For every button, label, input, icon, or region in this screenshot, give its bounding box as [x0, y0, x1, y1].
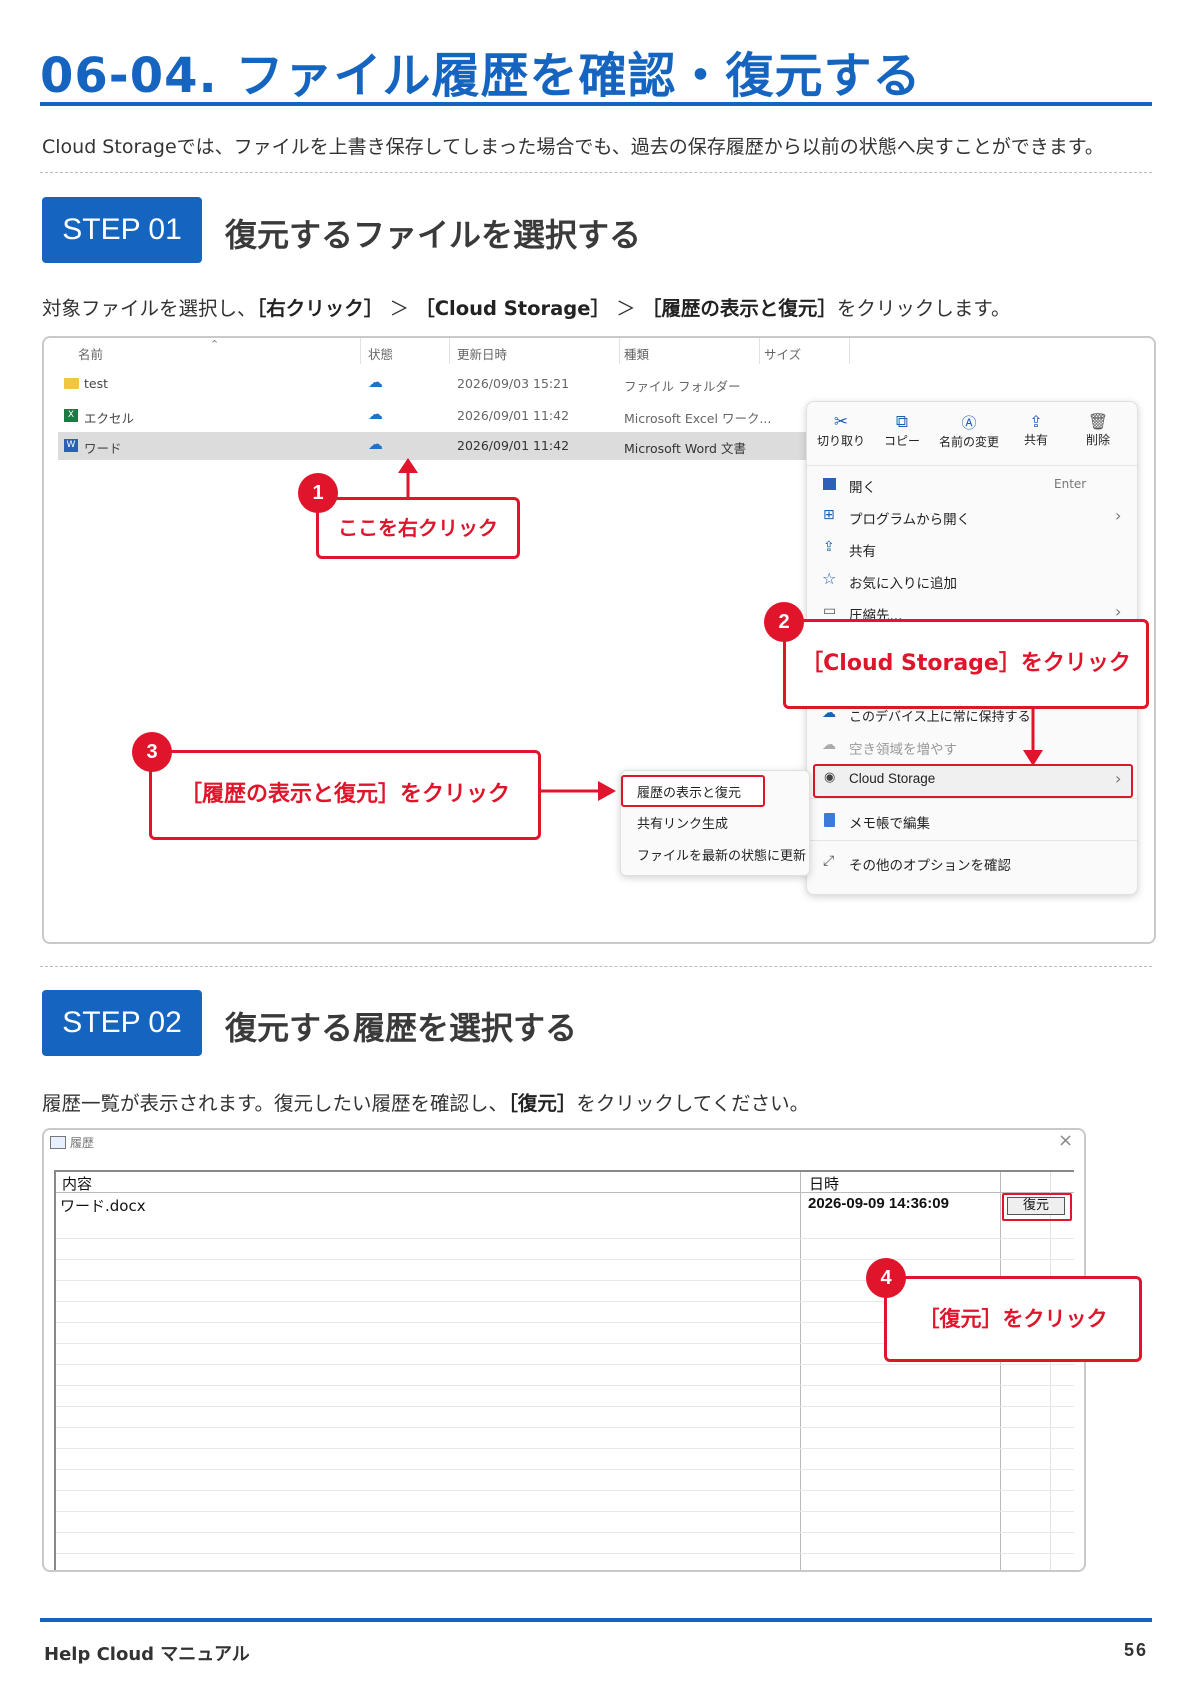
window-title: 履歴 — [70, 1136, 95, 1150]
file-date: 2026/09/03 15:21 — [457, 376, 570, 391]
cut-button[interactable]: ✂ 切り取り — [813, 412, 869, 449]
intro-text: Cloud Storageでは、ファイルを上書き保存してしまった場合でも、過去の… — [42, 136, 1104, 158]
title-underline — [40, 102, 1152, 106]
word-icon: W — [64, 439, 78, 452]
rename-button[interactable]: Ⓐ 名前の変更 — [931, 412, 1007, 450]
column-date[interactable]: 更新日時 — [457, 344, 507, 363]
excel-icon: X — [64, 409, 78, 422]
star-icon: ☆ — [822, 569, 837, 588]
file-type: Microsoft Excel ワーク... — [624, 411, 772, 426]
close-icon[interactable]: × — [1058, 1130, 1073, 1151]
column-status[interactable]: 状態 — [368, 344, 393, 363]
copy-icon: ⧉ — [895, 412, 909, 432]
file-row[interactable]: test ☁ 2026/09/03 15:21 ファイル フォルダー — [44, 368, 850, 400]
history-datetime: 2026-09-09 14:36:09 — [808, 1195, 949, 1212]
menu-item-more-options[interactable]: ⤢ その他のオプションを確認 — [807, 848, 1137, 878]
step-number-badge: 4 — [866, 1258, 906, 1298]
page-number: 56 — [1124, 1640, 1149, 1660]
divider — [40, 966, 1152, 967]
footer-title: Help Cloud マニュアル — [44, 1644, 250, 1665]
cloud-icon: ☁ — [822, 737, 836, 753]
expand-icon: ⤢ — [823, 853, 835, 869]
sort-arrow-icon: ⌃ — [210, 338, 220, 351]
restore-button[interactable]: 復元 — [1007, 1197, 1065, 1215]
menu-separator — [807, 798, 1137, 799]
table-header — [56, 1172, 1074, 1193]
callout-cloud-storage: ［Cloud Storage］をクリック — [783, 619, 1149, 709]
chevron-right-icon: › — [1115, 506, 1122, 525]
column-type[interactable]: 種類 — [624, 344, 649, 363]
step-badge: STEP 02 — [42, 990, 202, 1056]
file-name: エクセル — [84, 411, 135, 426]
word-icon — [823, 478, 836, 490]
submenu-item-refresh[interactable]: ファイルを最新の状態に更新 — [621, 839, 809, 869]
restore-button-highlight: 復元 — [1002, 1193, 1072, 1221]
cloud-storage-submenu: 履歴の表示と復元 共有リンク生成 ファイルを最新の状態に更新 — [620, 770, 810, 876]
menu-item-share[interactable]: ⇪ 共有 — [807, 534, 1137, 564]
callout-history: ［履歴の表示と復元］をクリック — [149, 750, 541, 840]
file-date: 2026/09/01 11:42 — [457, 438, 570, 453]
step-title: 復元する履歴を選択する — [225, 1009, 578, 1047]
file-date: 2026/09/01 11:42 — [457, 408, 570, 423]
window-icon — [50, 1136, 66, 1149]
callout-right-click: ここを右クリック — [316, 497, 520, 559]
step-number-badge: 3 — [132, 732, 172, 772]
step-description: 履歴一覧が表示されます。復元したい履歴を確認し、［復元］をクリックしてください。 — [42, 1092, 810, 1115]
share-icon: ⇪ — [1029, 412, 1043, 431]
column-name[interactable]: 名前 — [78, 344, 103, 363]
file-name: test — [84, 376, 109, 391]
menu-item-free-space[interactable]: ☁ 空き領域を増やす — [807, 732, 1137, 762]
rename-icon: Ⓐ — [961, 414, 977, 432]
submenu-item-history[interactable]: 履歴の表示と復元 — [621, 775, 765, 807]
eye-icon: ◉ — [824, 770, 836, 785]
cloud-icon: ☁ — [368, 373, 383, 391]
menu-item-notepad[interactable]: メモ帳で編集 — [807, 806, 1137, 836]
share-button[interactable]: ⇪ 共有 — [1011, 412, 1061, 448]
step-title: 復元するファイルを選択する — [225, 216, 642, 254]
footer-rule — [40, 1618, 1152, 1622]
menu-item-open-with[interactable]: ⊞ プログラムから開く › — [807, 502, 1137, 532]
table-row[interactable]: ワード.docx 2026-09-09 14:36:09 — [56, 1193, 1000, 1217]
step-badge: STEP 01 — [42, 197, 202, 263]
menu-item-cloud-storage[interactable]: ◉ Cloud Storage › — [813, 764, 1133, 798]
column-datetime: 日時 — [809, 1175, 840, 1193]
history-file: ワード.docx — [60, 1197, 146, 1215]
context-toolbar: ✂ 切り取り ⧉ コピー Ⓐ 名前の変更 ⇪ 共有 🗑 削除 — [807, 412, 1137, 468]
apps-icon: ⊞ — [823, 507, 835, 523]
step-number-badge: 2 — [764, 602, 804, 642]
file-name: ワード — [84, 441, 122, 456]
menu-separator — [807, 465, 1137, 466]
scissors-icon: ✂ — [833, 412, 849, 432]
menu-separator — [807, 840, 1137, 841]
share-icon: ⇪ — [823, 539, 835, 555]
step-number-badge: 1 — [298, 473, 338, 513]
step-description: 対象ファイルを選択し、［右クリック］ ＞ ［Cloud Storage］ ＞ ［… — [42, 297, 1011, 320]
column-content: 内容 — [62, 1175, 93, 1193]
file-row[interactable]: X エクセル ☁ 2026/09/01 11:42 Microsoft Exce… — [44, 400, 850, 432]
trash-icon: 🗑 — [1087, 412, 1109, 431]
divider — [40, 172, 1152, 173]
delete-button[interactable]: 🗑 削除 — [1073, 412, 1123, 448]
cloud-icon: ☁ — [368, 405, 383, 423]
chevron-right-icon: › — [1115, 769, 1122, 788]
page-title: 06-04. ファイル履歴を確認・復元する — [40, 48, 922, 104]
menu-item-open[interactable]: 開く Enter — [807, 470, 1137, 500]
file-type: Microsoft Word 文書 — [624, 441, 746, 456]
menu-item-favorite[interactable]: ☆ お気に入りに追加 — [807, 566, 1137, 596]
history-table: 内容 日時 ワード.docx 2026-09-09 14:36:09 復元 — [54, 1170, 1074, 1570]
notepad-icon — [824, 813, 835, 827]
submenu-item-share-link[interactable]: 共有リンク生成 — [621, 807, 809, 837]
file-type: ファイル フォルダー — [624, 379, 741, 394]
file-row-selected[interactable]: W ワード ☁ 2026/09/01 11:42 Microsoft Word … — [58, 432, 850, 460]
callout-restore: ［復元］をクリック — [884, 1276, 1142, 1362]
folder-icon — [64, 378, 79, 389]
archive-icon: ▭ — [823, 603, 837, 619]
column-size[interactable]: サイズ — [764, 344, 801, 363]
cloud-icon[interactable]: ☁ — [368, 435, 383, 453]
copy-button[interactable]: ⧉ コピー — [877, 412, 927, 449]
